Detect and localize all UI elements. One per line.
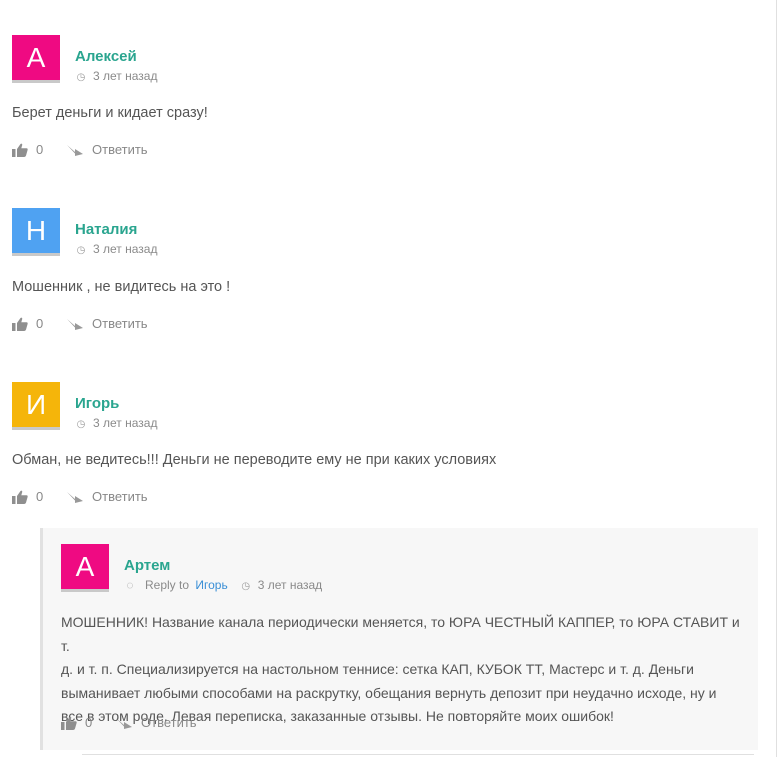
thumbs-up-icon[interactable] xyxy=(12,490,28,504)
nested-reply: А Артем ◌ Reply to Игорь ◷ 3 лет назад МОШЕ… xyxy=(40,528,758,750)
comment-meta: ◷ 3 лет назад xyxy=(75,416,158,430)
comment-text-line: выманивает любыми способами на раскрутку… xyxy=(61,684,717,701)
thumbs-up-icon[interactable] xyxy=(12,143,28,157)
clock-icon: ◷ xyxy=(76,72,86,83)
reply-arrow-icon[interactable] xyxy=(115,716,133,730)
comment-text-line: МОШЕННИК! Название канала периодически м… xyxy=(61,614,740,654)
reply-arrow-icon[interactable] xyxy=(66,490,84,504)
comment-time: 3 лет назад xyxy=(93,242,158,256)
like-count: 0 xyxy=(36,316,44,332)
clock-icon: ◷ xyxy=(241,581,251,592)
comment-author[interactable]: Артем xyxy=(124,557,170,574)
reply-arrow-icon[interactable] xyxy=(66,317,84,331)
page-right-border xyxy=(776,0,777,757)
comment-actions: 0 Ответить xyxy=(61,714,197,730)
comment-author[interactable]: Игорь xyxy=(75,395,119,412)
reply-button[interactable]: Ответить xyxy=(92,142,148,157)
comment-author[interactable]: Алексей xyxy=(75,48,137,65)
comment-meta: ◌ Reply to Игорь ◷ 3 лет назад xyxy=(124,578,322,592)
comment-actions: 0 Ответить xyxy=(12,141,148,157)
comment-meta: ◷ 3 лет назад xyxy=(75,242,158,256)
reply-to-label: Reply to xyxy=(145,578,190,592)
like-count: 0 xyxy=(85,715,93,731)
comment-text: Берет деньги и кидает сразу! xyxy=(12,105,208,121)
speech-bubble-icon: ◌ xyxy=(126,578,134,592)
thumbs-up-icon[interactable] xyxy=(61,716,77,730)
avatar: Н xyxy=(12,208,60,256)
comment-author[interactable]: Наталия xyxy=(75,221,137,238)
reply-button[interactable]: Ответить xyxy=(92,316,148,331)
thumbs-up-icon[interactable] xyxy=(12,317,28,331)
comment-time: 3 лет назад xyxy=(93,416,158,430)
reply-button[interactable]: Ответить xyxy=(141,715,197,730)
clock-icon: ◷ xyxy=(76,245,86,256)
avatar: А xyxy=(12,35,60,83)
reply-button[interactable]: Ответить xyxy=(92,489,148,504)
avatar: И xyxy=(12,382,60,430)
reply-arrow-icon[interactable] xyxy=(66,143,84,157)
clock-icon: ◷ xyxy=(76,419,86,430)
avatar: А xyxy=(61,544,109,592)
comment-actions: 0 Ответить xyxy=(12,315,148,331)
comment-actions: 0 Ответить xyxy=(12,488,148,504)
reply-to-link[interactable]: Игорь xyxy=(195,578,227,592)
comment-text: МОШЕННИК! Название канала периодически м… xyxy=(61,611,751,729)
like-count: 0 xyxy=(36,142,44,158)
like-count: 0 xyxy=(36,489,44,505)
comment-item: И Игорь ◷ 3 лет назад Обман, не ведитесь!… xyxy=(12,382,752,512)
comment-text: Мошенник , не видитесь на это ! xyxy=(12,279,231,295)
comment-item: Н Наталия ◷ 3 лет назад Мошенник , не вид… xyxy=(12,208,752,338)
comment-time: 3 лет назад xyxy=(93,69,158,83)
comment-meta: ◷ 3 лет назад xyxy=(75,69,158,83)
comment-text-line: д. и т. п. Специализируется на настольно… xyxy=(61,661,694,677)
divider xyxy=(82,754,754,755)
comment-item: А Алексей ◷ 3 лет назад Берет деньги и ки… xyxy=(12,35,752,165)
comment-text: Обман, не ведитесь!!! Деньги не переводи… xyxy=(12,452,497,468)
reply-comment-item: А Артем ◌ Reply to Игорь ◷ 3 лет назад МОШЕ… xyxy=(61,544,751,744)
comment-time: 3 лет назад xyxy=(257,578,323,592)
